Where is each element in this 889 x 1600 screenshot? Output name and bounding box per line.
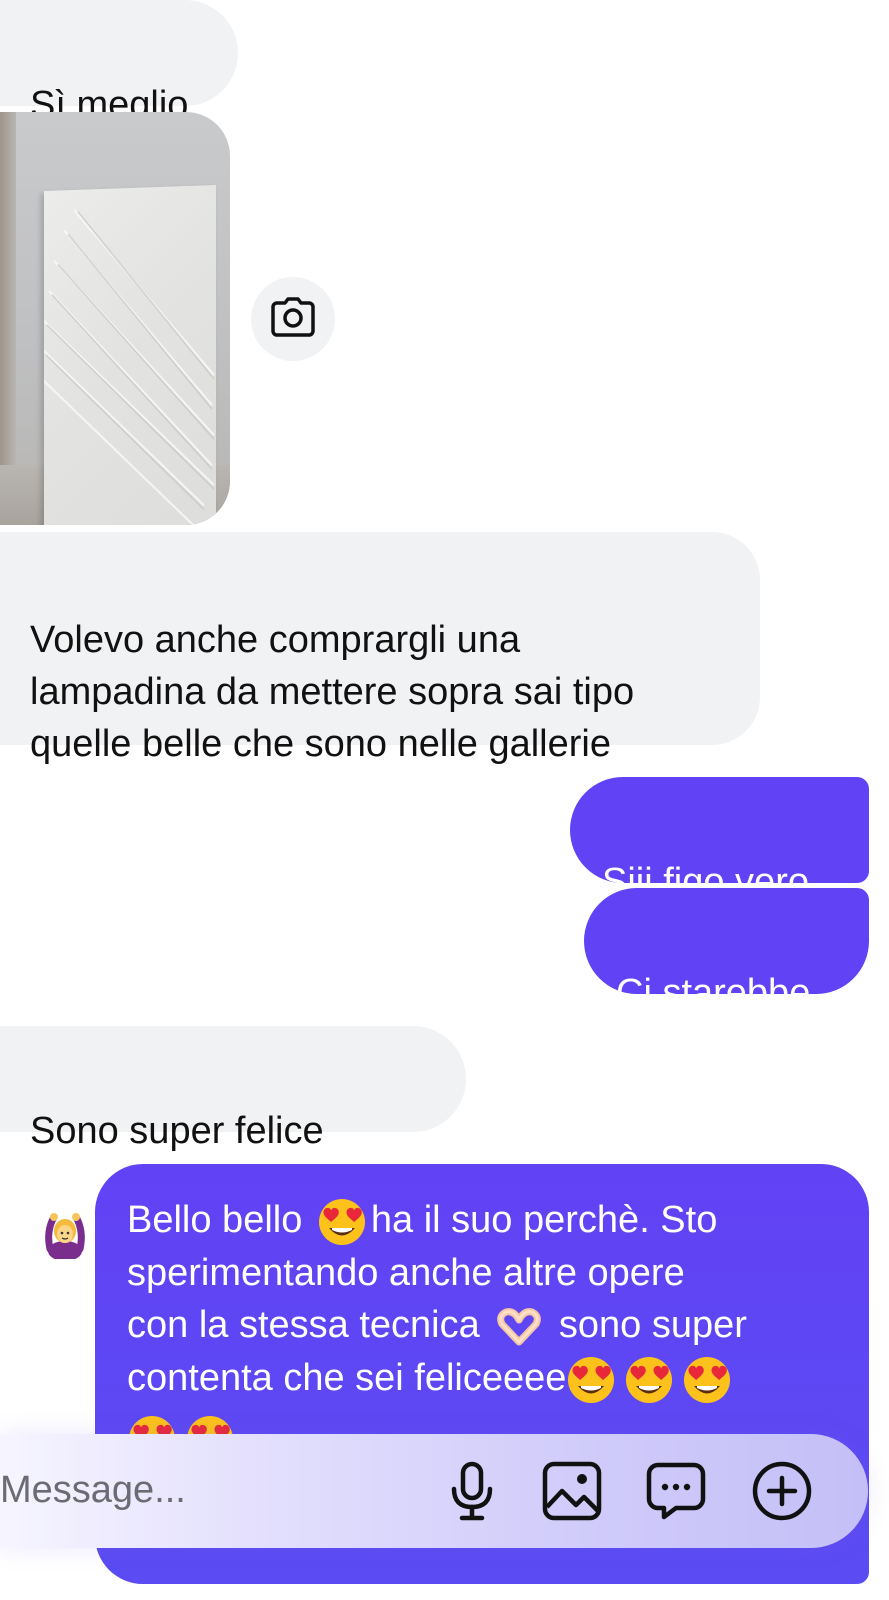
message-line: sperimentando anche altre opere <box>127 1247 837 1299</box>
image-icon <box>542 1461 602 1526</box>
message-line: contenta che sei feliceeee <box>127 1352 837 1405</box>
chat-bubble-icon <box>646 1461 706 1526</box>
message-text: Volevo anche comprargli una lampadina da… <box>30 619 635 765</box>
message-text: ha il suo perchè. Sto <box>370 1199 718 1241</box>
heart-eyes-emoji <box>624 1355 674 1405</box>
microphone-button[interactable] <box>440 1461 504 1525</box>
message-text: Ci starebbe <box>616 972 811 1014</box>
heart-hands-emoji <box>494 1302 544 1352</box>
heart-eyes-emoji <box>317 1197 367 1247</box>
heart-eyes-emoji <box>566 1355 616 1405</box>
message-text: Sono super felice <box>30 1110 324 1152</box>
heart-eyes-emoji <box>682 1355 732 1405</box>
photo-artwork <box>44 184 216 525</box>
message-text: Bello bello <box>127 1199 303 1241</box>
message-line: con la stessa tecnica sono super <box>127 1299 837 1352</box>
message-text: sperimentando anche altre opere <box>127 1251 685 1294</box>
plus-circle-icon <box>751 1460 813 1527</box>
microphone-icon <box>448 1461 496 1526</box>
message-line: Bello bello ha il suo perchè. Sto <box>127 1194 837 1247</box>
message-composer <box>0 1434 868 1548</box>
person-raising-hands-emoji <box>40 1157 90 1261</box>
camera-icon <box>271 296 315 342</box>
chat-screen: Sì meglio Volevo anche comprargli una la… <box>0 0 889 1600</box>
outgoing-message[interactable]: Ci starebbe <box>584 888 869 1014</box>
add-button[interactable] <box>750 1461 814 1525</box>
photo-wall-shade <box>0 112 16 525</box>
gallery-button[interactable] <box>540 1461 604 1525</box>
message-text: contenta che sei feliceeee <box>127 1356 567 1399</box>
photo-message[interactable] <box>0 112 230 525</box>
message-text: sono super <box>558 1303 747 1346</box>
incoming-message[interactable]: Sono super felice <box>0 1026 466 1261</box>
outgoing-message[interactable]: Siii figo vero <box>570 777 869 903</box>
incoming-message[interactable]: Volevo anche comprargli una lampadina da… <box>0 532 760 765</box>
sticker-chat-button[interactable] <box>644 1461 708 1525</box>
message-input[interactable] <box>0 1462 400 1518</box>
message-text: con la stessa tecnica <box>127 1303 480 1346</box>
incoming-message[interactable]: Sì meglio <box>0 0 238 126</box>
camera-button[interactable] <box>251 277 335 361</box>
